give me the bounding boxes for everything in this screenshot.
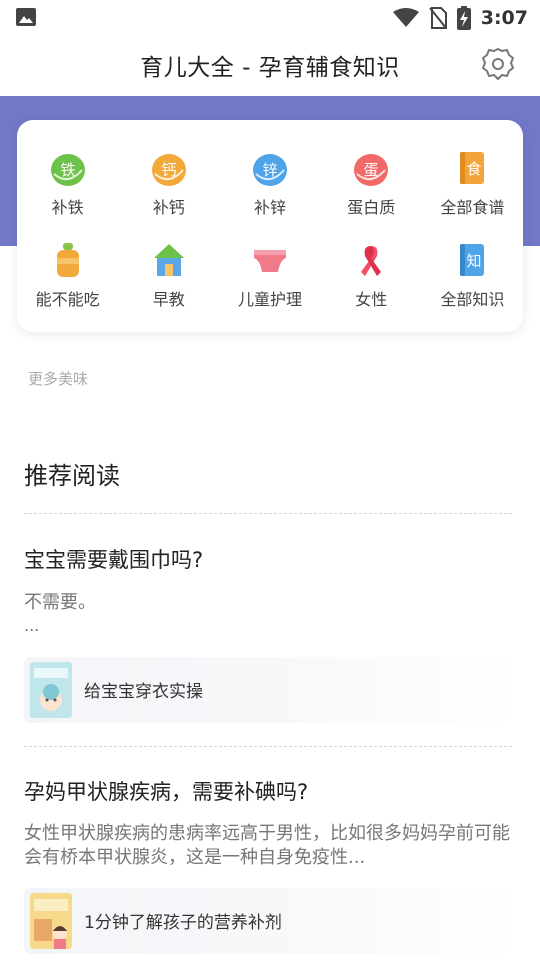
article-ellipsis: ... <box>24 616 40 635</box>
section-title: 推荐阅读 <box>24 462 120 490</box>
no-sim-icon <box>428 7 447 29</box>
category-can-eat[interactable]: 能不能吃 <box>17 240 118 310</box>
calcium-glyph: 钙 <box>161 161 176 179</box>
page-title: 育儿大全 - 孕育辅食知识 <box>140 55 400 81</box>
category-card: 铁 补铁 钙 补钙 锌 补锌 蛋 蛋白质 食 全部食谱 能不能吃 早教 儿童护理… <box>17 120 523 332</box>
category-label: 能不能吃 <box>35 290 100 309</box>
app-header: 育儿大全 - 孕育辅食知识 <box>0 36 540 96</box>
category-label: 全部食谱 <box>440 198 505 217</box>
settings-button[interactable] <box>478 44 518 84</box>
category-label: 补锌 <box>253 198 286 217</box>
zinc-glyph: 锌 <box>262 161 277 179</box>
article-excerpt[interactable]: 女性甲状腺疾病的患病率远高于男性，比如很多妈妈孕前可能会有桥本甲状腺炎，这是一种… <box>24 822 514 870</box>
category-early-education[interactable]: 早教 <box>118 240 219 310</box>
status-bar: 3:07 <box>0 0 540 36</box>
related-title: 1分钟了解孩子的营养补剂 <box>84 913 282 933</box>
article-title[interactable]: 孕妈甲状腺疾病，需要补碘吗? <box>24 776 308 806</box>
iron-glyph: 铁 <box>60 161 75 179</box>
category-label: 补钙 <box>152 198 185 217</box>
category-all-knowledge[interactable]: 知 全部知识 <box>422 240 523 310</box>
more-link[interactable]: 更多美味 <box>28 368 88 389</box>
related-item[interactable]: 给宝宝穿衣实操 <box>24 657 518 723</box>
gear-icon <box>482 48 514 80</box>
protein-glyph: 蛋 <box>364 161 379 179</box>
related-item[interactable]: 1分钟了解孩子的营养补剂 <box>24 888 518 954</box>
category-iron[interactable]: 铁 补铁 <box>17 148 118 218</box>
knowledge-glyph: 知 <box>467 252 482 270</box>
knowledge-book-icon: 知 <box>452 240 492 280</box>
divider <box>24 746 512 747</box>
category-label: 儿童护理 <box>237 290 302 309</box>
recipe-book-icon: 食 <box>452 148 492 188</box>
category-grid: 铁 补铁 钙 补钙 锌 补锌 蛋 蛋白质 食 全部食谱 能不能吃 早教 儿童护理… <box>17 148 523 310</box>
related-title: 给宝宝穿衣实操 <box>84 682 203 702</box>
category-all-recipes[interactable]: 食 全部食谱 <box>422 148 523 218</box>
baby-bottle-icon <box>48 240 88 280</box>
category-label: 全部知识 <box>440 290 505 309</box>
recipe-glyph: 食 <box>467 160 482 178</box>
divider <box>24 513 512 514</box>
clock: 3:07 <box>480 7 528 29</box>
category-label: 蛋白质 <box>347 198 396 217</box>
wifi-icon <box>392 8 419 27</box>
category-protein[interactable]: 蛋 蛋白质 <box>321 148 422 218</box>
protein-icon: 蛋 <box>351 148 391 188</box>
related-thumbnail <box>30 662 72 718</box>
article-title[interactable]: 宝宝需要戴围巾吗? <box>24 544 203 574</box>
ribbon-icon <box>351 240 391 280</box>
related-thumbnail <box>30 893 72 949</box>
category-label: 早教 <box>152 290 185 309</box>
category-label: 补铁 <box>51 198 84 217</box>
battery-charging-icon <box>456 6 471 30</box>
category-label: 女性 <box>355 290 388 309</box>
zinc-icon: 锌 <box>250 148 290 188</box>
calcium-icon: 钙 <box>149 148 189 188</box>
article-excerpt[interactable]: 不需要。 <box>24 591 514 615</box>
category-calcium[interactable]: 钙 补钙 <box>118 148 219 218</box>
house-icon <box>149 240 189 280</box>
diaper-icon <box>250 240 290 280</box>
image-icon <box>16 8 36 26</box>
iron-icon: 铁 <box>48 148 88 188</box>
category-child-care[interactable]: 儿童护理 <box>219 240 320 310</box>
category-zinc[interactable]: 锌 补锌 <box>219 148 320 218</box>
category-women[interactable]: 女性 <box>321 240 422 310</box>
